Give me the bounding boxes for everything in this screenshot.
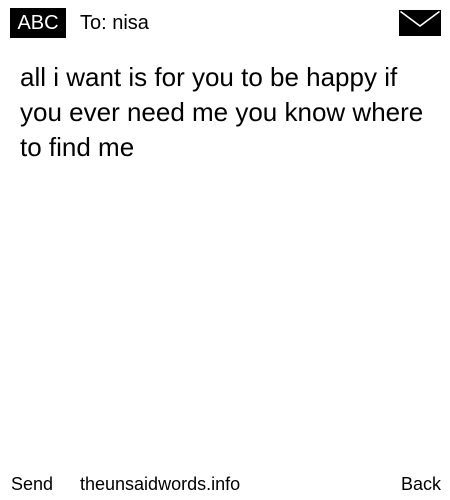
send-button[interactable]: Send (11, 470, 53, 498)
back-button[interactable]: Back (401, 470, 441, 498)
site-link[interactable]: theunsaidwords.info (80, 470, 240, 498)
message-header: ABC To: nisa (0, 0, 450, 48)
input-mode-badge[interactable]: ABC (10, 8, 66, 38)
envelope-icon (399, 10, 441, 36)
message-body[interactable]: all i want is for you to be happy if you… (20, 60, 430, 165)
softkey-bar: Send theunsaidwords.info Back (0, 470, 450, 498)
recipient-label: To: nisa (80, 12, 149, 34)
